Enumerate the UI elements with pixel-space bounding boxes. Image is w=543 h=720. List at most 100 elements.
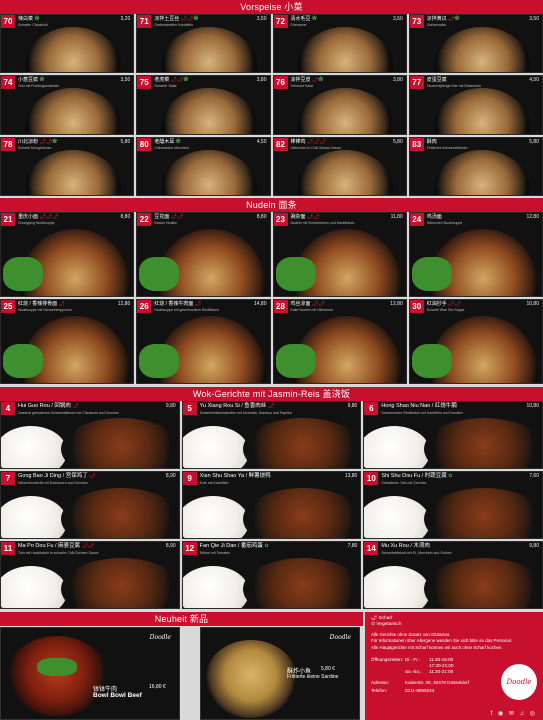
dish-photo (410, 148, 542, 195)
vegetarian-leaf-icon: ✿ (454, 16, 460, 22)
wok-dish-card[interactable]: 12 Fan Qie Ji Dan / 番茄鸡蛋 ✿ 7,80 Rührei mit … (181, 541, 362, 609)
wok-dish-card[interactable]: 9 Xian Shu Shao Ya / 鲜薯烧鸭 13,80 Ente mit K… (181, 471, 362, 539)
neuheit-card-beef[interactable]: Doodle 钵钵牛肉 Bowl Bowl Beef 16,80 € (0, 627, 180, 720)
nudeln-dish-card[interactable]: 22 豆花面 🌶🌶 8,80 Sesam Nudeln (136, 212, 271, 297)
wok-dish-card[interactable]: 7 Gong Bao Ji Ding / 宫保鸡丁 🌶 8,90 Hähnchenwü… (0, 471, 180, 539)
nudeln-dish-card[interactable]: 23 豌杂面 🌶🌶 11,80 Nudeln mit Kichererbsen und… (272, 212, 407, 297)
dish-number: 75 (137, 76, 152, 90)
dish-price: 4,50 (529, 77, 539, 84)
dish-header: Hui Guo Rou / 回锅肉 🌶 (1, 402, 179, 411)
dish-number: 7 (1, 472, 15, 485)
dish-photo (410, 310, 542, 383)
dish-description: Chongqing Nudelsuppe (18, 221, 55, 225)
social-icons[interactable]: f ◉ ✉ ♫ ◎ (491, 710, 537, 717)
greens (275, 257, 316, 291)
dish-name: Shi Shu Dou Fu / 时蔬豆腐 (381, 473, 447, 479)
greens (139, 344, 180, 378)
vorspeise-dish-card[interactable]: 73 凉拌黄瓜 🌶✿ 3,50 Gurkensalat (408, 14, 543, 74)
greens (3, 257, 43, 291)
dish-description: Scharfer Salat (154, 84, 177, 89)
vorspeise-dish-card[interactable]: 76 凉拌豆皮 🌶✿ 3,80 Tofuhaut Salat (272, 75, 407, 135)
beef-brand: Doodle (149, 634, 171, 641)
dish-name: Ma Po Dou Fu / 麻婆豆腐 (18, 543, 81, 549)
section-title-vorspeise: Vorspeise 小菜 (0, 0, 543, 14)
vorspeise-dish-card[interactable]: 72 清水毛豆 ✿ 3,50 Edamame (272, 14, 407, 74)
chili-icon: 🌶 (194, 301, 202, 307)
dish-description: Nudelsuppe mit geschmortem Rindfleisch (154, 308, 219, 312)
phone-label: Telefon: (371, 687, 388, 693)
greens (411, 344, 452, 378)
wok-grid: 4 Hui Guo Rou / 回锅肉 🌶 9,80 Zweimal gebraten… (0, 401, 543, 609)
dish-price: 12,80 (526, 214, 539, 220)
dish-bowl (433, 149, 530, 195)
vorspeise-dish-card[interactable]: 77 皮蛋豆腐 4,50 Tausendjährige Eier mit Seide… (408, 75, 543, 135)
chili-icon: 🌶 (89, 473, 96, 479)
sardine-brand: Doodle (329, 634, 351, 641)
wok-dish-card[interactable]: 6 Hong Shao Niu Nan / 红烧牛腩 10,80 Geschmort… (363, 401, 543, 469)
dish-price: 11,80 (390, 214, 403, 220)
dish-photo (1, 25, 133, 73)
dish-name: Mu Xu Rou / 木须肉 (381, 543, 430, 549)
vorspeise-dish-card[interactable]: 75 老虎菜 🌶🌶✿ 3,80 Scharfer Salat (136, 75, 271, 135)
dish-price: 10,80 (526, 403, 539, 409)
dish-price: 5,80 (120, 138, 131, 145)
wok-dish-card[interactable]: 14 Mu Xu Rou / 木须肉 9,80 Schweinefleisch mi… (363, 541, 543, 609)
dish-name: Fan Qie Ji Dan / 番茄鸡蛋 (199, 543, 263, 549)
dish-photo (1, 223, 133, 296)
nudeln-dish-card[interactable]: 30 红油抄手 🌶🌶 10,80 Scharfe Wan Tan Suppe (408, 299, 543, 384)
dish-bowl (24, 149, 121, 195)
vegetarian-leaf-icon: ✿ (175, 138, 181, 145)
chili-icon: 🌶🌶 (39, 138, 53, 145)
dish-description: Chinesische Morcheln (154, 145, 189, 150)
vegetarian-leaf-icon: ✿ (193, 16, 199, 22)
vorspeise-dish-card[interactable]: 82 棒棒鸡 🌶🌶🌶 5,80 Hähnchen in Chili-Sesam-Sau… (272, 136, 407, 196)
wok-dish-card[interactable]: 11 Ma Po Dou Fu / 麻婆豆腐 🌶🌶 8,90 Tofu mit Hac… (0, 541, 180, 609)
info-panel: 🌶 Scharf ✿ Vegetarisch Alle Gerichte ohn… (365, 612, 543, 720)
nudeln-dish-card[interactable]: 26 红烧 / 香辣牛肉面 🌶 14,80 Nudelsuppe mit geschm… (136, 299, 271, 384)
dish-number: 10 (364, 472, 379, 485)
vorspeise-dish-card[interactable]: 74 小葱豆腐 ✿ 3,50 Tofu mit Frühlingszwiebeln (0, 75, 135, 135)
beef-title: Bowl Bowl Beef (93, 692, 142, 699)
dish-number: 74 (1, 76, 15, 90)
vorspeise-dish-card[interactable]: 71 凉拌土豆丝 🌶🌶✿ 3,50 Gurkenstreifen Kartoffeln (136, 14, 271, 74)
dish-description: Rührei mit Tomaten (199, 551, 230, 555)
wok-dish-card[interactable]: 5 Yu Xiang Rou Si / 鱼香肉丝 🌶 9,80 Schweinefle… (181, 401, 362, 469)
dish-bowl (161, 88, 258, 134)
vorspeise-dish-card[interactable]: 70 辣白菜 ✿ 3,20 Scharfer Chinakohl (0, 14, 135, 74)
nudeln-dish-card[interactable]: 28 鸡丝凉面 🌶🌶 12,80 Kalte Nudeln mit Hähnchen (272, 299, 407, 384)
wok-dish-card[interactable]: 4 Hui Guo Rou / 回锅肉 🌶 9,80 Zweimal gebraten… (0, 401, 180, 469)
nudeln-dish-card[interactable]: 24 鸡汤面 12,80 Hähnchen Nudelsuppe (408, 212, 543, 297)
wok-dish-card[interactable]: 10 Shi Shu Dou Fu / 时蔬豆腐 ✿ 7,60 Gebratener … (363, 471, 543, 539)
dish-price: 8,80 (256, 214, 267, 220)
dish-photo (1, 310, 133, 383)
nudeln-dish-card[interactable]: 25 红烧 / 香辣排骨面 🌶 12,80 Nudelsuppe mit Schwei… (0, 299, 135, 384)
dish-description: Nudeln mit Kichererbsen und Hackfleisch (290, 221, 355, 225)
dish-number: 5 (182, 402, 197, 415)
vegetarian-leaf-icon: ✿ (264, 543, 269, 549)
chili-icon: 🌶 (267, 403, 275, 409)
dish-number: 73 (409, 15, 424, 28)
chili-icon: 🌶 (72, 403, 79, 409)
vorspeise-dish-card[interactable]: 83 酥肉 5,80 Frittiertes Schweinefleisch (408, 136, 543, 196)
dish-description: Schweinefleisch mit Ei, Morcheln und Gur… (381, 551, 452, 555)
dish-price: 3,20 (120, 16, 131, 22)
dish-plate (424, 488, 543, 538)
greens (139, 257, 180, 291)
chili-icon: 🌶🌶 (81, 543, 95, 549)
dish-description: Tofuhaut Salat (290, 84, 313, 89)
vorspeise-dish-card[interactable]: 78 川北凉粉 🌶🌶✿ 5,80 Scharfe Mungbohnen (0, 136, 135, 196)
dish-name: 清水毛豆 (290, 16, 311, 22)
doodle-logo: Doodle (501, 664, 537, 700)
hours-day-3: Sa.-So.: (405, 668, 422, 674)
nudeln-dish-card[interactable]: 21 重庆小面 🌶🌶🌶 8,80 Chongqing Nudelsuppe (0, 212, 135, 297)
dish-photo (364, 552, 543, 608)
vegetarian-leaf-icon: ✿ (448, 473, 453, 479)
dish-description: Hähnchen in Chili-Sesam-Sauce (290, 145, 342, 150)
chili-icon: 🌶🌶 (180, 16, 194, 22)
vorspeise-dish-card[interactable]: 80 老醋木耳 ✿ 4,50 Chinesische Morcheln (136, 136, 271, 196)
chili-icon: 🌶🌶 (306, 214, 320, 220)
dish-bowl (161, 27, 258, 73)
dish-price: 3,50 (256, 16, 267, 22)
neuheit-card-sardine[interactable]: Doodle 酥炸小鱼 5,80 € Frittierte kleine Sar… (200, 627, 360, 720)
dish-description: Frittiertes Schweinefleisch (426, 145, 468, 150)
